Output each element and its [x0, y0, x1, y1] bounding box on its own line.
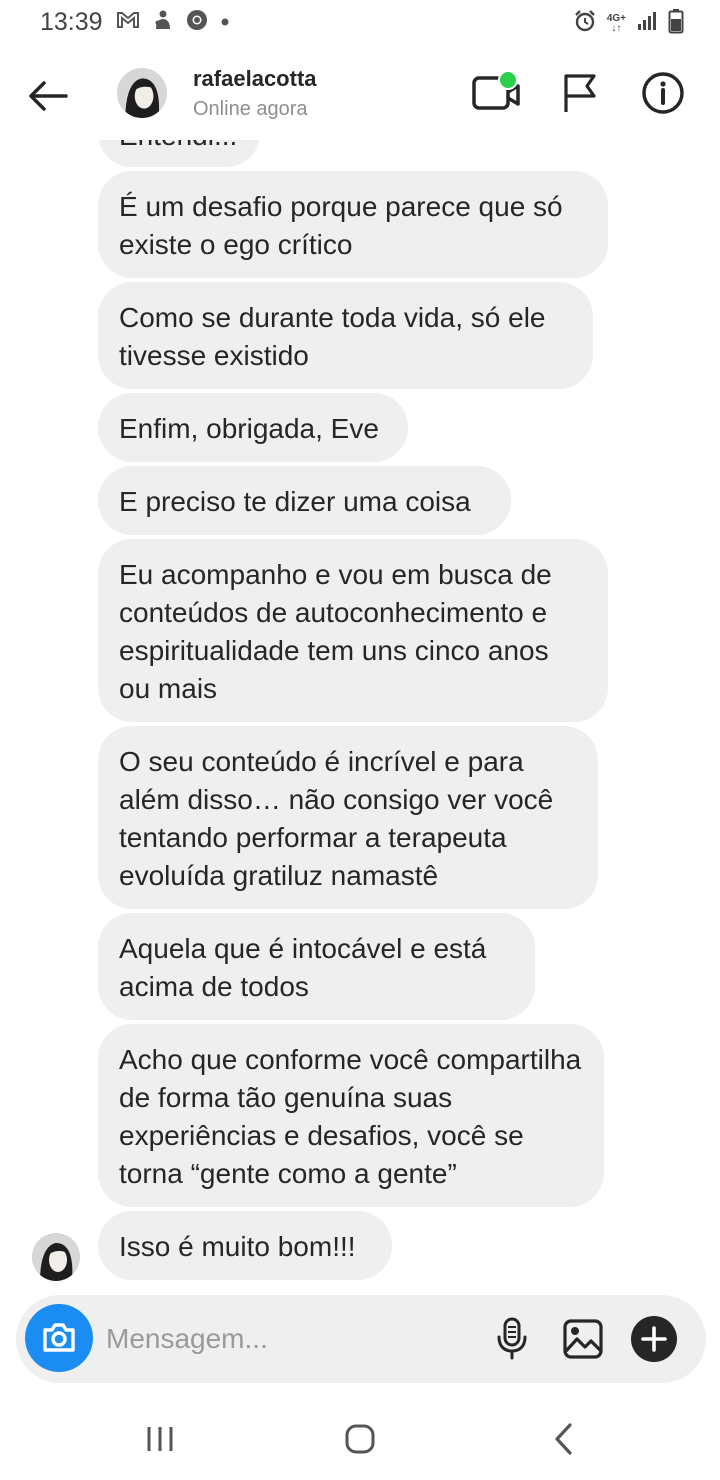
back-button[interactable]	[24, 72, 72, 120]
chat-header: rafaelacotta Online agora	[0, 44, 720, 140]
camera-icon	[43, 1323, 75, 1352]
message-text: Como se durante toda vida, só ele tivess…	[119, 302, 546, 371]
plus-icon	[641, 1326, 667, 1352]
message-bubble[interactable]: Como se durante toda vida, só ele tivess…	[98, 282, 593, 389]
network-label: 4G+	[606, 12, 626, 24]
message-bubble[interactable]: O seu conteúdo é incrível e para além di…	[98, 726, 598, 909]
message-text: É um desafio porque parece que só existe…	[119, 191, 563, 260]
app-notification-icon	[152, 9, 174, 36]
system-back-button[interactable]	[548, 1421, 580, 1457]
recent-apps-button[interactable]	[140, 1423, 180, 1455]
camera-button[interactable]	[25, 1304, 93, 1372]
message-bubble[interactable]: Aquela que é intocável e está acima de t…	[98, 913, 535, 1020]
video-camera-icon	[472, 70, 520, 110]
status-bar: 13:39 4G+ ↓↑	[0, 0, 720, 44]
message-bubble[interactable]: Eu acompanho e vou em busca de conteúdos…	[98, 539, 608, 722]
message-text: Enfim, obrigada, Eve	[119, 413, 379, 444]
gallery-button[interactable]	[561, 1317, 605, 1361]
status-time: 13:39	[40, 8, 103, 36]
message-text: E preciso te dizer uma coisa	[119, 486, 471, 517]
alarm-icon	[573, 9, 597, 38]
more-options-button[interactable]	[631, 1316, 677, 1362]
network-4g-icon: 4G+ ↓↑	[606, 12, 626, 34]
report-button[interactable]	[558, 70, 602, 114]
sender-avatar[interactable]	[32, 1233, 80, 1281]
voice-message-button[interactable]	[494, 1315, 530, 1361]
message-composer	[16, 1295, 706, 1383]
message-bubble[interactable]: Acho que conforme você compartilha de fo…	[98, 1024, 604, 1207]
chevron-left-icon	[555, 1423, 572, 1455]
arrow-left-icon	[29, 81, 68, 111]
info-button[interactable]	[640, 70, 686, 116]
recent-apps-icon	[147, 1427, 173, 1451]
message-text: Acho que conforme você compartilha de fo…	[119, 1044, 582, 1189]
message-text: Isso é muito bom!!!	[119, 1231, 356, 1262]
message-bubble[interactable]: Isso é muito bom!!!	[98, 1211, 392, 1280]
message-list[interactable]: Entendi... É um desafio porque parece qu…	[0, 0, 720, 1290]
message-text: Eu acompanho e vou em busca de conteúdos…	[119, 559, 552, 704]
dot-icon	[220, 14, 230, 32]
microphone-icon	[497, 1317, 527, 1360]
video-call-button[interactable]	[470, 70, 522, 114]
message-text: O seu conteúdo é incrível e para além di…	[119, 746, 554, 891]
chrome-icon	[186, 9, 208, 36]
home-icon	[345, 1424, 375, 1454]
flag-icon	[564, 74, 596, 112]
contact-status: Online agora	[193, 98, 308, 120]
profile-avatar[interactable]	[117, 68, 167, 118]
message-bubble[interactable]: E preciso te dizer uma coisa	[98, 466, 511, 535]
system-navigation-bar	[0, 1395, 720, 1480]
signal-icon	[636, 10, 658, 37]
info-icon	[642, 72, 684, 114]
message-bubble[interactable]: É um desafio porque parece que só existe…	[98, 171, 608, 278]
message-text: Aquela que é intocável e está acima de t…	[119, 933, 487, 1002]
battery-icon	[668, 8, 684, 39]
gmail-icon	[116, 11, 140, 34]
image-gallery-icon	[563, 1319, 603, 1359]
message-bubble[interactable]: Enfim, obrigada, Eve	[98, 393, 408, 462]
contact-username[interactable]: rafaelacotta	[193, 66, 317, 92]
home-button[interactable]	[340, 1419, 380, 1459]
message-input[interactable]	[106, 1319, 466, 1359]
